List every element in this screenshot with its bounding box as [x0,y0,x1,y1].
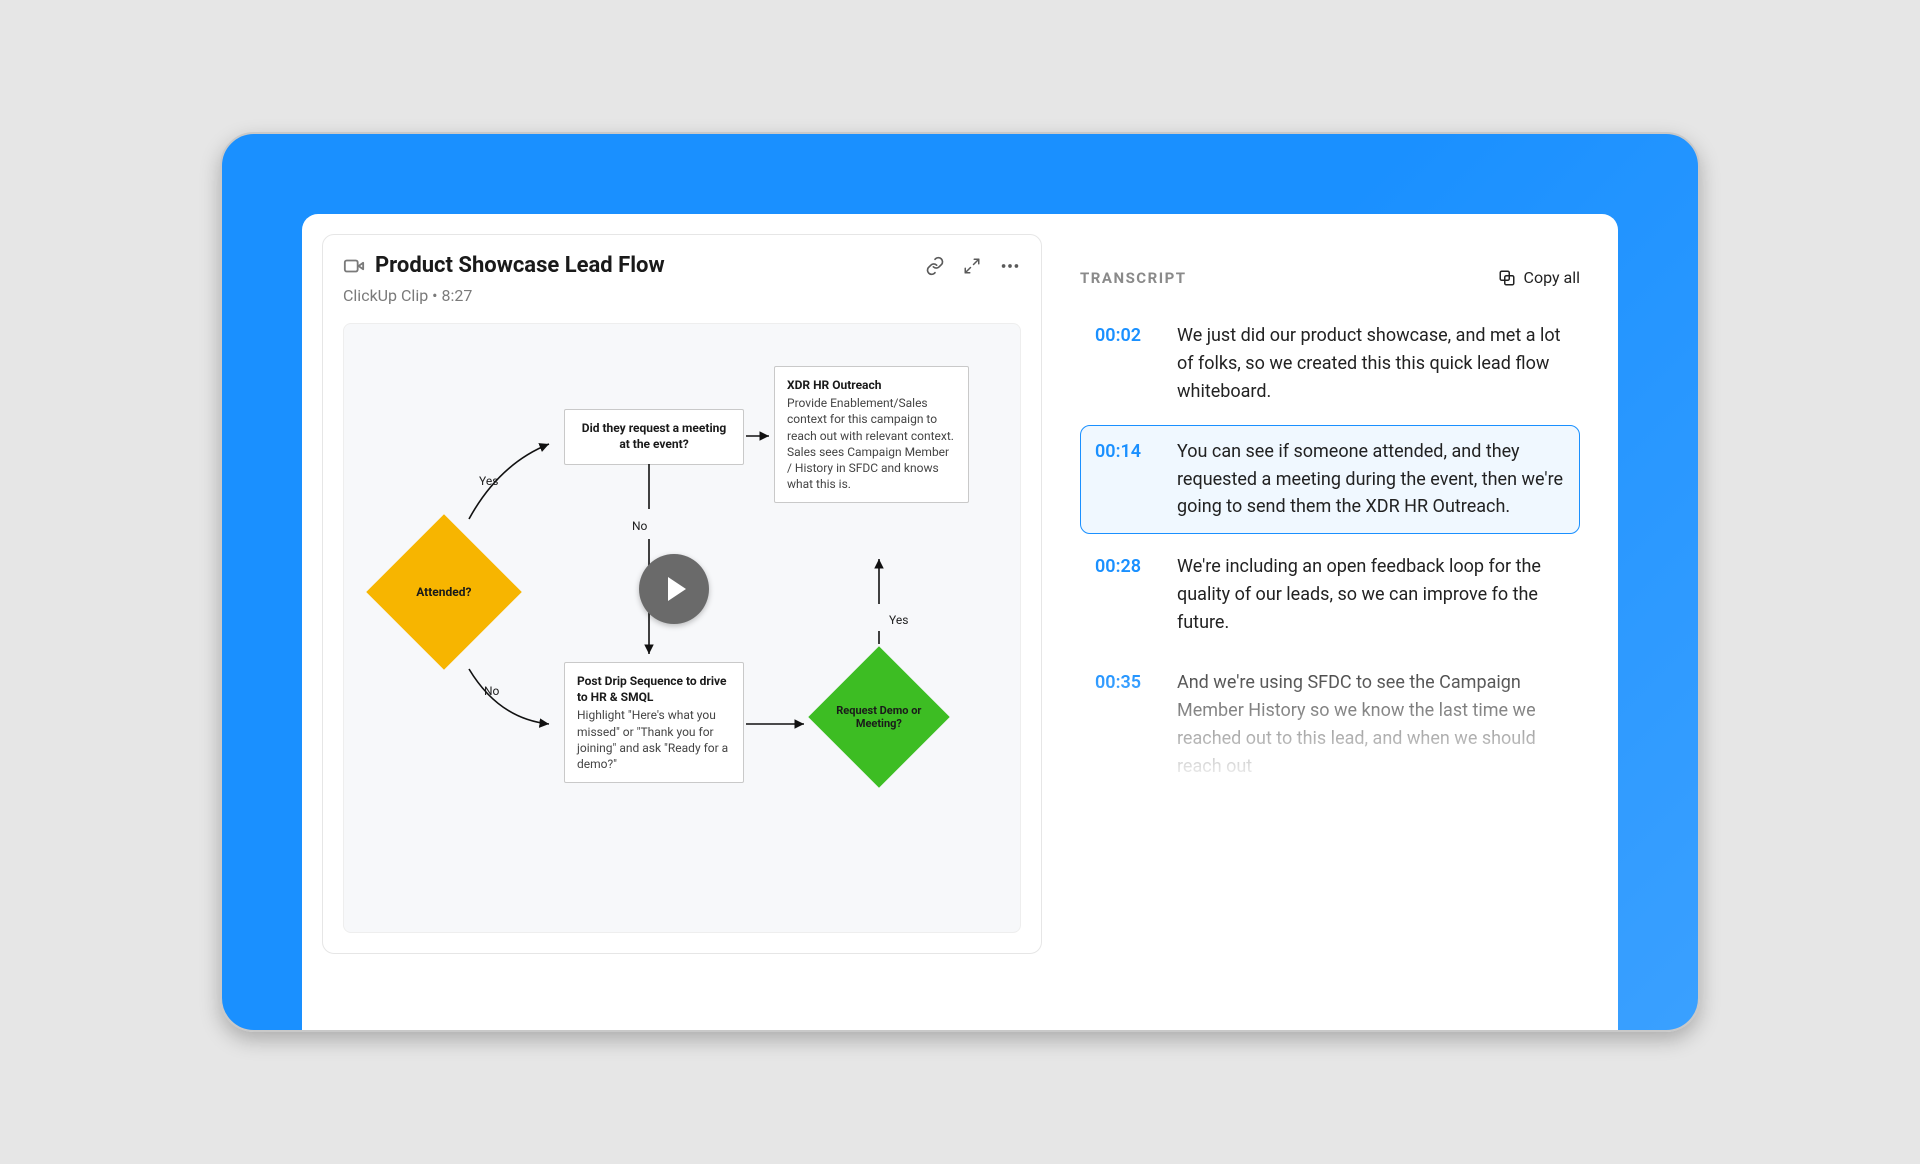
transcript-timestamp[interactable]: 00:02 [1095,322,1155,406]
flow-node-meeting: Did they request a meeting at the event? [564,409,744,465]
clip-title: Product Showcase Lead Flow [375,253,665,278]
app-frame: Product Showcase Lead Flow [220,132,1700,1032]
transcript-header: TRANSCRIPT Copy all [1080,268,1580,287]
transcript-text: We just did our product showcase, and me… [1177,322,1565,406]
edge-label-yes-top: Yes [479,474,498,488]
video-icon [343,255,365,277]
edge-label-no-bottom: No [484,684,499,698]
expand-button[interactable] [963,257,981,275]
content-card: Product Showcase Lead Flow [302,214,1618,1030]
clip-preview[interactable]: Attended? Did they request a meeting at … [343,323,1021,933]
clip-actions [925,255,1021,277]
flow-node-attended-label: Attended? [389,585,499,599]
copy-icon [1498,269,1516,287]
flow-node-post-title: Post Drip Sequence to drive to HR & SMQL [577,673,731,705]
transcript-timestamp[interactable]: 00:35 [1095,669,1155,781]
transcript-row[interactable]: 00:02 We just did our product showcase, a… [1080,309,1580,419]
clip-subtitle: ClickUp Clip • 8:27 [343,286,1021,305]
copy-link-button[interactable] [925,256,945,276]
edge-label-no-mid: No [632,519,647,533]
flow-node-request: Request Demo or Meeting? [808,646,949,787]
clip-card: Product Showcase Lead Flow [322,234,1042,954]
transcript-row[interactable]: 00:35 And we're using SFDC to see the Cam… [1080,656,1580,794]
transcript-text: You can see if someone attended, and the… [1177,438,1565,522]
flow-node-post: Post Drip Sequence to drive to HR & SMQL… [564,662,744,783]
edge-label-yes-right: Yes [889,613,908,627]
transcript-text: And we're using SFDC to see the Campaign… [1177,669,1565,781]
transcript-panel: TRANSCRIPT Copy all 00:02 We just did our… [1042,234,1618,1030]
flow-node-xdr-title: XDR HR Outreach [787,377,956,393]
flow-node-xdr-body: Provide Enablement/Sales context for thi… [787,395,956,492]
flow-node-attended: Attended? [366,514,522,670]
transcript-row[interactable]: 00:28 We're including an open feedback lo… [1080,540,1580,650]
flow-node-request-label: Request Demo or Meeting? [829,704,929,730]
clip-header: Product Showcase Lead Flow [343,253,1021,278]
transcript-row[interactable]: 00:14 You can see if someone attended, an… [1080,425,1580,535]
transcript-timestamp[interactable]: 00:14 [1095,438,1155,522]
play-button[interactable] [639,554,709,624]
play-icon [668,577,686,601]
more-button[interactable] [999,255,1021,277]
flow-node-xdr: XDR HR Outreach Provide Enablement/Sales… [774,366,969,503]
transcript-heading: TRANSCRIPT [1080,269,1187,287]
transcript-rows: 00:02 We just did our product showcase, a… [1080,309,1580,800]
copy-all-label: Copy all [1524,268,1580,287]
flow-node-meeting-text: Did they request a meeting at the event? [577,420,731,452]
transcript-timestamp[interactable]: 00:28 [1095,553,1155,637]
transcript-text: We're including an open feedback loop fo… [1177,553,1565,637]
flow-node-post-body: Highlight "Here's what you missed" or "T… [577,707,731,772]
clip-title-wrap: Product Showcase Lead Flow [343,253,665,278]
copy-all-button[interactable]: Copy all [1498,268,1580,287]
